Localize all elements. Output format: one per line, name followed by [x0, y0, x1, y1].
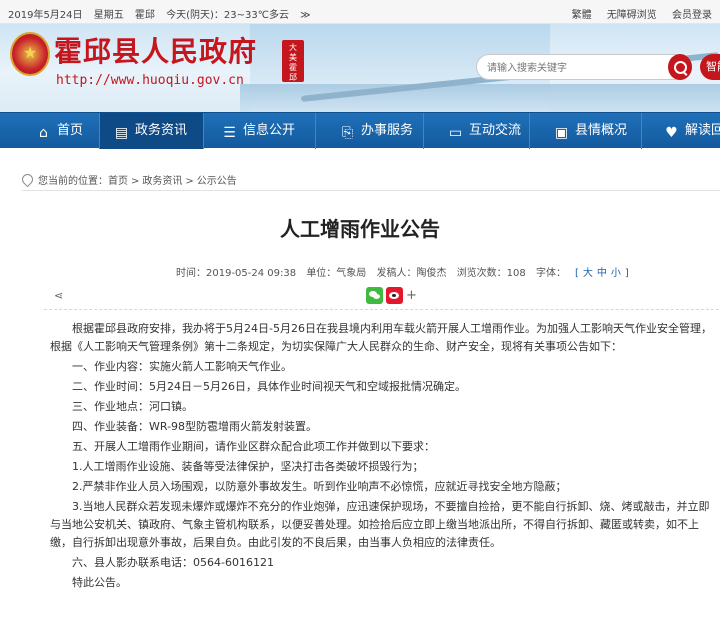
national-emblem-icon — [10, 32, 50, 76]
smart-search-button[interactable]: 智能 — [700, 54, 720, 80]
breadcrumb-item-notices[interactable]: 公示公告 — [197, 176, 237, 187]
site-name[interactable]: 霍邱县人民政府 — [54, 30, 257, 70]
nav-label: 首页 — [57, 123, 84, 138]
news-icon: ▤ — [114, 125, 129, 141]
paragraph: 三、作业地点：河口镇。 — [72, 400, 193, 413]
current-weekday: 星期五 — [93, 10, 124, 21]
accessibility-link[interactable]: 无障碍浏览 — [607, 10, 657, 21]
publish-time: 时间：2019-05-24 09:38 — [176, 268, 297, 279]
font-size-large[interactable]: 大 — [583, 268, 593, 279]
location-pin-icon — [19, 171, 36, 188]
nav-item-services[interactable]: ⎘ 办事服务 — [316, 113, 424, 149]
date-weather: 2019年5月24日 星期五 霍邱 今天(阴天)：23~33℃多云 ≫ — [8, 6, 319, 21]
nav-item-interaction[interactable]: ▭ 互动交流 — [424, 113, 530, 149]
nav-item-interpretation[interactable]: ♥ 解读回应 — [642, 113, 720, 149]
home-icon: ⌂ — [39, 125, 48, 141]
breadcrumb-item-news[interactable]: 政务资讯 — [142, 176, 182, 187]
share-buttons: + — [366, 285, 417, 304]
top-links: 繁體 无障碍浏览 会员登录 — [560, 6, 712, 21]
monitor-icon: ▭ — [448, 125, 463, 141]
current-date: 2019年5月24日 — [8, 10, 83, 21]
bracket-close: ] — [624, 268, 629, 279]
nav-label: 办事服务 — [361, 123, 414, 138]
article-meta: 时间：2019-05-24 09:38 单位：气象局 发稿人：陶俊杰 浏览次数：… — [176, 264, 638, 279]
top-utility-bar: 2019年5月24日 星期五 霍邱 今天(阴天)：23~33℃多云 ≫ 繁體 无… — [0, 0, 720, 24]
breadcrumb-divider — [22, 190, 720, 191]
paragraph: 四、作业装备：WR-98型防雹增雨火箭发射装置。 — [72, 420, 318, 433]
publisher: 发稿人：陶俊杰 — [376, 268, 447, 279]
site-url: http://www.huoqiu.gov.cn — [56, 73, 244, 88]
nav-label: 县情概况 — [575, 123, 628, 138]
service-icon: ⎘ — [341, 125, 354, 141]
paragraph: 3.当地人民群众若发现未爆炸或爆炸不充分的作业炮弹，应迅速保护现场，不要擅自捡拾… — [50, 500, 710, 549]
nav-label: 政务资讯 — [135, 123, 188, 138]
search-box — [476, 54, 692, 80]
document-icon: ☰ — [223, 125, 236, 141]
more-share-icon[interactable]: + — [406, 288, 417, 303]
article-title: 人工增雨作业公告 — [280, 217, 440, 241]
main-nav: ⌂ 首页 ▤ 政务资讯 ☰ 信息公开 ⎘ 办事服务 ▭ 互动交流 ▣ 县情概况 ♥ 解读回应 — [0, 112, 720, 149]
view-count: 浏览次数：108 — [456, 268, 526, 279]
paragraph: 一、作业内容：实施火箭人工影响天气作业。 — [72, 360, 292, 373]
paragraph: 根据霍邱县政府安排，我办将于5月24日-5月26日在我县境内利用车载火箭开展人工… — [50, 322, 712, 353]
article-body: 根据霍邱县政府安排，我办将于5月24日-5月26日在我县境内利用车载火箭开展人工… — [50, 320, 718, 594]
nav-item-info-disclosure[interactable]: ☰ 信息公开 — [204, 113, 316, 149]
weather-location: 霍邱 — [134, 10, 155, 21]
nav-label: 信息公开 — [243, 123, 296, 138]
search-icon[interactable] — [668, 54, 692, 80]
breadcrumb: 您当前的位置：首页 > 政务资讯 > 公示公告 — [19, 171, 237, 188]
font-size-options: [ 大中小] — [573, 268, 631, 279]
search-input[interactable] — [487, 59, 657, 77]
nav-label: 互动交流 — [469, 123, 522, 138]
share-icon[interactable]: ⋖ — [54, 290, 66, 302]
weibo-icon[interactable] — [386, 287, 403, 304]
weather-info: 今天(阴天)：23~33℃多云 — [166, 10, 289, 21]
font-size-small[interactable]: 小 — [611, 268, 621, 279]
paragraph: 六、县人影办联系电话：0564-6016121 — [72, 556, 274, 569]
nav-label: 解读回应 — [685, 123, 720, 138]
paragraph: 1.人工增雨作业设施、装备等受法律保护，坚决打击各类破坏损毁行为； — [72, 460, 424, 473]
wechat-icon[interactable] — [366, 287, 383, 304]
paragraph: 五、开展人工增雨作业期间，请作业区群众配合此项工作并做到以下要求： — [72, 440, 435, 453]
breadcrumb-separator: > — [185, 176, 194, 187]
publish-unit: 单位：气象局 — [306, 268, 367, 279]
traditional-chinese-link[interactable]: 繁體 — [572, 10, 592, 21]
breadcrumb-prefix: 您当前的位置： — [38, 176, 108, 187]
font-size-label: 字体： — [535, 268, 566, 279]
nav-item-home[interactable]: ⌂ 首页 — [0, 113, 100, 149]
paragraph: 特此公告。 — [72, 576, 127, 589]
breadcrumb-separator: > — [131, 176, 140, 187]
paragraph: 二、作业时间：5月24日－5月26日，具体作业时间视天气和空域报批情况确定。 — [72, 380, 466, 393]
breadcrumb-item-home[interactable]: 首页 — [108, 176, 128, 187]
meta-divider — [44, 309, 720, 310]
font-size-medium[interactable]: 中 — [597, 268, 607, 279]
member-login-link[interactable]: 会员登录 — [672, 10, 712, 21]
bracket-open: [ — [574, 268, 579, 279]
site-banner: 霍邱县人民政府 http://www.huoqiu.gov.cn 大美霍邱 智能 — [0, 24, 720, 112]
nav-item-county-overview[interactable]: ▣ 县情概况 — [530, 113, 642, 149]
nav-item-news[interactable]: ▤ 政务资讯 — [100, 113, 204, 149]
paragraph: 2.严禁非作业人员入场围观，以防意外事故发生。听到作业响声不必惊慌，应就近寻找安… — [72, 480, 567, 493]
slogan-seal-logo: 大美霍邱 — [282, 40, 304, 82]
list-icon: ▣ — [554, 125, 569, 141]
weather-more-link[interactable]: ≫ — [300, 10, 310, 21]
thumbs-up-icon: ♥ — [665, 125, 678, 141]
